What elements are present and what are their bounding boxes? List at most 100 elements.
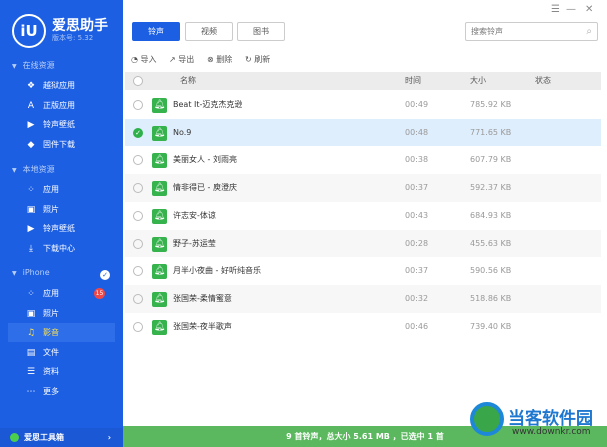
import-label: 导入 [140,55,157,64]
table-row[interactable]: 🔔︎ Beat It-迈克杰克逊 00:49 785.92 KB [125,91,601,119]
ringtone-name: Beat It-迈克杰克逊 [173,100,243,109]
bell-icon: 🔔︎ [152,98,167,113]
menu-icon[interactable]: ☰ [551,4,560,15]
section-header[interactable]: ▼ 本地资源 [12,164,55,175]
select-all-checkbox[interactable] [133,76,143,86]
header-size[interactable]: 大小 [470,72,486,90]
header-status[interactable]: 状态 [535,72,551,90]
row-checkbox[interactable] [133,155,143,166]
table-header: 名称 时间 大小 状态 [125,72,601,90]
header-time[interactable]: 时间 [405,72,421,90]
delete-label: 删除 [216,55,233,64]
section-label: 在线资源 [22,61,55,70]
ringtone-size: 739.40 KB [470,321,512,331]
sidebar-item[interactable]: ◆ 固件下载 [8,135,115,154]
minimize-icon[interactable]: — [566,4,576,15]
table-row[interactable]: 🔔︎ 张国荣-夜半歌声 00:46 739.40 KB [125,313,601,341]
row-checkbox[interactable] [133,100,143,110]
ringtone-size: 590.56 KB [470,266,512,276]
sidebar-item[interactable]: A 正版应用 [8,96,115,115]
ringtone-name: 张国荣-夜半歌声 [173,321,232,331]
bell-icon: 🔔︎ [152,125,167,141]
sidebar-item-label: 照片 [43,308,59,318]
sidebar-item-label: 铃声壁纸 [43,120,75,129]
refresh-button[interactable]: ↻ 刷新 [245,54,270,65]
row-checkbox[interactable] [133,293,143,304]
ringtone-size: 592.37 KB [470,183,512,193]
header-name[interactable]: 名称 [180,72,196,90]
delete-icon: ⊗ [207,55,214,64]
row-checkbox[interactable]: ✓ [133,127,143,138]
sidebar-item[interactable]: ⁘ 应用 [8,180,115,199]
photo-icon: ▣ [26,308,36,319]
ringtone-time: 00:48 [405,127,429,137]
table-row[interactable]: ✓ 🔔︎ No.9 00:48 771.65 KB [125,118,601,147]
table-row[interactable]: 🔔︎ 野子-苏运莹 00:28 455.63 KB [125,229,601,258]
sidebar-item-label: 应用 [43,289,59,298]
sidebar-item-label: 资料 [43,367,59,376]
delete-button[interactable]: ⊗ 删除 [207,54,232,65]
media-icon: ♫ [26,328,36,338]
ringtone-name: 张国荣-柔情蜜意 [173,293,232,303]
section-header[interactable]: ▼ 在线资源 [12,60,55,71]
row-checkbox[interactable] [133,238,143,249]
sidebar: iU 爱思助手 版本号: 5.32 ▼ 在线资源 ❖ 越狱应用 A 正版应用 ▶ 铃声壁纸 ◆ 固… [0,0,123,447]
table-row[interactable]: 🔔︎ 月半小夜曲 - 好听纯音乐 00:37 590.56 KB [125,257,601,285]
sidebar-item[interactable]: ▣ 照片 [8,304,115,323]
import-button[interactable]: ◔ 导入 [131,54,157,65]
apps-icon: ⁘ [27,289,35,299]
sidebar-item[interactable]: ⤓ 下载中心 [8,239,115,258]
row-checkbox[interactable] [133,321,143,332]
search-icon[interactable]: ⌕ [586,23,592,40]
table-row[interactable]: 🔔︎ 张国荣-柔情蜜意 00:32 518.86 KB [125,284,601,313]
sidebar-item[interactable]: ▶ 铃声壁纸 [8,115,115,134]
ringtone-time: 00:28 [405,238,429,248]
ringtone-size: 684.93 KB [470,210,512,220]
ringtone-size: 455.63 KB [470,238,512,248]
export-button[interactable]: ↗ 导出 [169,54,194,65]
table-row[interactable]: 🔔︎ 情非得已 - 庾澄庆 00:37 592.37 KB [125,174,601,202]
toolbox-icon [10,433,19,442]
section-header[interactable]: ▼ iPhone [12,268,50,277]
tab-ringtone[interactable]: 铃声 [132,22,180,41]
sidebar-item[interactable]: ⋯ 更多 [8,382,115,401]
toolbox-button[interactable]: 爱思工具箱 › [0,428,123,447]
sidebar-item[interactable]: ▤ 文件 [8,343,115,362]
row-checkbox[interactable] [133,210,143,221]
bell-icon: 🔔︎ [152,181,167,197]
sidebar-item[interactable]: ❖ 越狱应用 [8,76,115,95]
sidebar-item-label: 文件 [43,347,59,357]
film-icon: ▶ [27,120,35,130]
sidebar-item[interactable]: ☰ 资料 [8,362,115,381]
more-icon: ⋯ [26,386,36,397]
device-connected-icon: ✓ [100,270,110,280]
watermark-logo: 当客软件园 www.downkr.com [470,400,607,447]
search-input[interactable]: 搜索铃声 ⌕ [465,22,598,41]
tab-video[interactable]: 视频 [185,22,233,41]
list-icon: ☰ [26,367,36,377]
sidebar-item-label: 越狱应用 [43,81,75,90]
row-checkbox[interactable] [133,266,143,277]
film-icon: ▶ [27,224,35,234]
table-row[interactable]: 🔔︎ 许志安-体谅 00:43 684.93 KB [125,202,601,230]
sidebar-item[interactable]: ▶ 铃声壁纸 [8,219,115,238]
sidebar-item[interactable]: ⁘ 应用 15 [8,284,115,303]
sidebar-item[interactable]: ♫ 影音 [8,323,115,342]
ringtone-time: 00:32 [405,293,429,303]
ringtone-size: 518.86 KB [470,293,512,303]
refresh-icon: ↻ [245,55,252,64]
jailbreak-icon: ❖ [26,81,36,91]
tab-books[interactable]: 图书 [237,22,285,41]
table-row[interactable]: 🔔︎ 美丽女人 - 刘雨亮 00:38 607.79 KB [125,146,601,174]
section-label: 本地资源 [22,165,55,174]
sidebar-item[interactable]: ▣ 照片 [8,200,115,219]
app-logo: iU [12,14,46,48]
import-icon: ◔ [131,55,138,64]
ringtone-size: 771.65 KB [470,127,512,137]
close-icon[interactable]: ✕ [585,4,593,15]
ringtone-name: No.9 [173,127,192,137]
row-checkbox[interactable] [133,183,143,194]
ringtone-size: 785.92 KB [470,100,512,109]
chevron-right-icon: › [107,433,111,442]
bell-icon: 🔔︎ [152,264,167,280]
